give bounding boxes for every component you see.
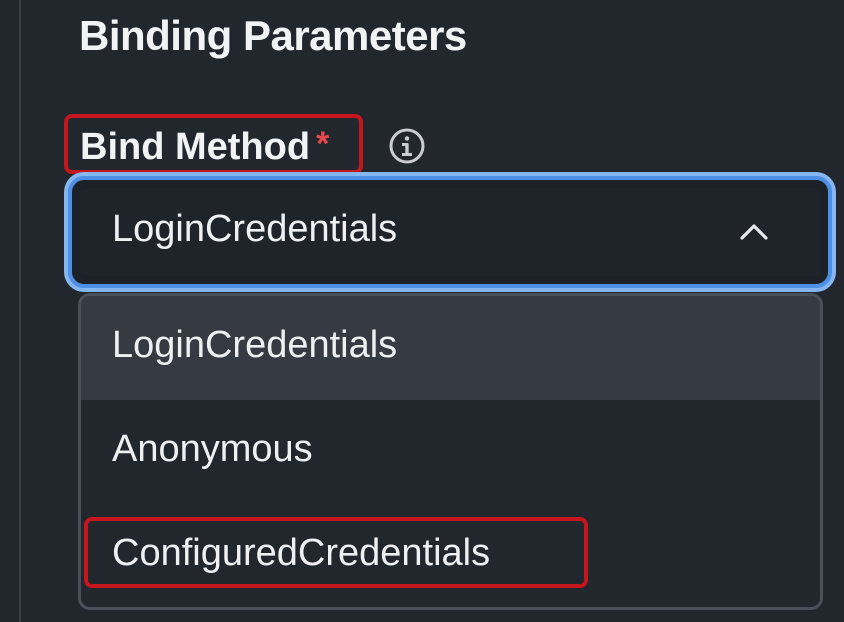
option-label: LoginCredentials bbox=[112, 324, 398, 366]
bind-method-label-annotation: Bind Method * bbox=[64, 114, 363, 174]
option-label: Anonymous bbox=[112, 428, 313, 470]
field-label: Bind Method * bbox=[80, 125, 330, 169]
bind-method-dropdown-menu: LoginCredentials Anonymous ConfiguredCre… bbox=[78, 293, 823, 610]
option-configuredcredentials[interactable]: ConfiguredCredentials bbox=[81, 504, 820, 607]
left-divider bbox=[19, 0, 21, 622]
select-current-value: LoginCredentials bbox=[112, 208, 398, 250]
section-title: Binding Parameters bbox=[79, 12, 467, 59]
option-logincredentials[interactable]: LoginCredentials bbox=[81, 296, 820, 400]
chevron-up-icon[interactable] bbox=[736, 216, 772, 248]
field-label-text: Bind Method bbox=[80, 126, 311, 168]
option-anonymous[interactable]: Anonymous bbox=[81, 400, 820, 504]
option-label: ConfiguredCredentials bbox=[112, 532, 491, 574]
info-circle-icon[interactable] bbox=[388, 127, 426, 165]
required-marker: * bbox=[316, 125, 330, 163]
